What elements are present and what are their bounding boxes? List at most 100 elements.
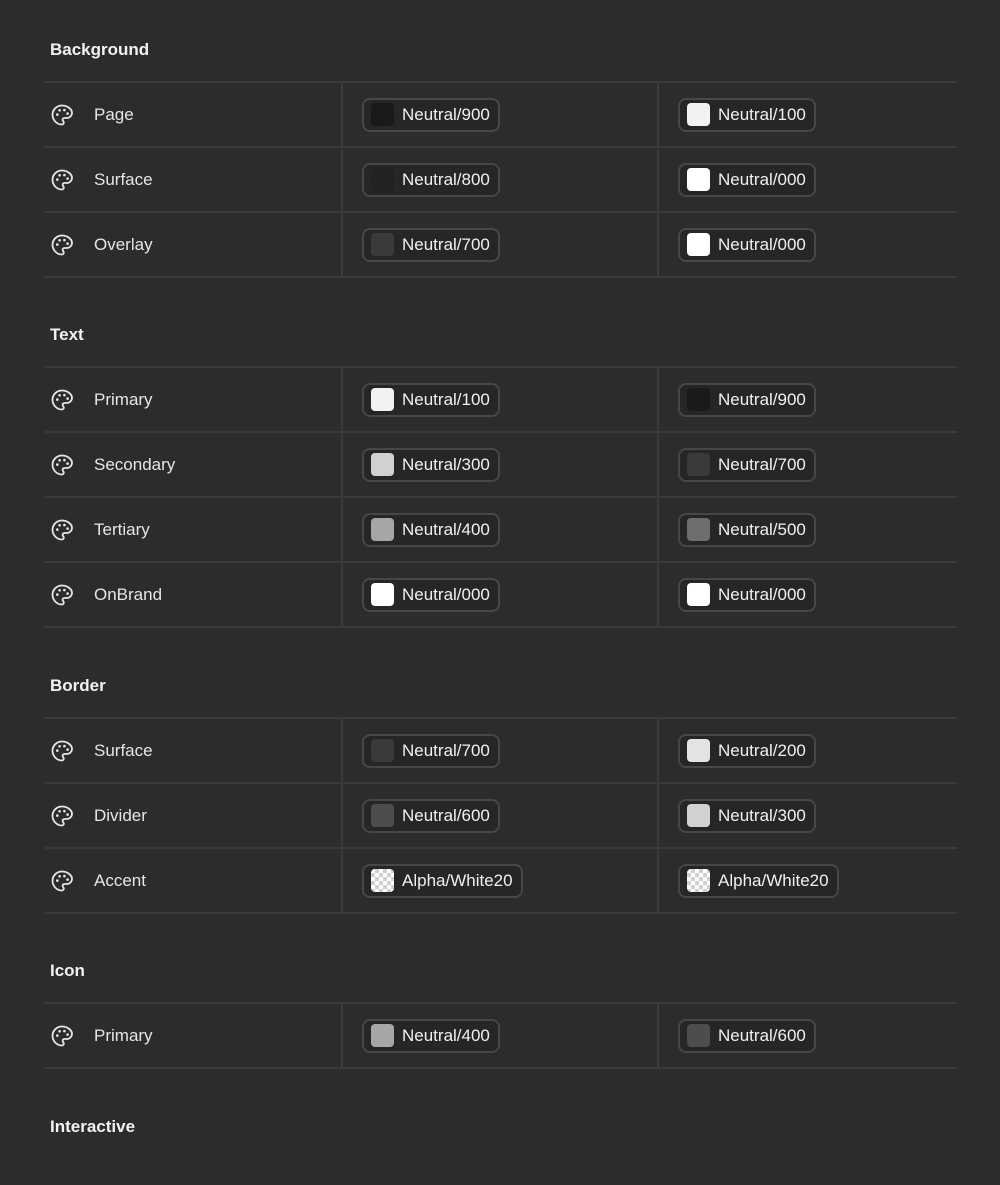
token-name-cell: Accent [45,849,343,912]
color-swatch [687,518,710,541]
token-name: Accent [94,870,146,890]
color-token-chip-light[interactable]: Neutral/900 [362,97,500,132]
token-row: Secondary Neutral/300 Neutral/700 [45,433,957,498]
token-name-cell: Secondary [45,433,343,496]
token-name: Primary [94,1025,153,1045]
color-token-chip-light[interactable]: Neutral/700 [362,227,500,262]
token-name: Primary [94,389,153,409]
color-token-chip-dark[interactable]: Neutral/000 [678,577,816,612]
color-token-label: Neutral/300 [402,454,490,474]
color-token-label: Neutral/600 [402,805,490,825]
color-token-label: Neutral/900 [718,389,806,409]
light-value-cell: Neutral/700 [343,719,659,782]
color-token-chip-light[interactable]: Neutral/400 [362,512,500,547]
color-swatch [687,804,710,827]
color-token-chip-dark[interactable]: Neutral/900 [678,382,816,417]
color-token-label: Neutral/600 [718,1025,806,1045]
color-token-label: Neutral/000 [718,584,806,604]
dark-value-cell: Neutral/200 [659,719,957,782]
color-token-chip-dark[interactable]: Neutral/000 [678,162,816,197]
dark-value-cell: Neutral/600 [659,1004,957,1067]
token-row: Tertiary Neutral/400 Neutral/500 [45,498,957,563]
color-token-chip-dark[interactable]: Neutral/500 [678,512,816,547]
color-token-label: Neutral/400 [402,1025,490,1045]
token-table: Primary Neutral/400 Neutral/600 [45,1002,957,1069]
color-token-chip-light[interactable]: Neutral/100 [362,382,500,417]
color-swatch [687,388,710,411]
color-swatch [371,453,394,476]
dark-value-cell: Neutral/700 [659,433,957,496]
light-value-cell: Neutral/400 [343,498,659,561]
dark-value-cell: Neutral/000 [659,148,957,211]
color-swatch [371,869,394,892]
token-name-cell: Primary [45,1004,343,1067]
dark-value-cell: Neutral/300 [659,784,957,847]
token-name: Overlay [94,234,153,254]
color-token-chip-light[interactable]: Neutral/300 [362,447,500,482]
color-swatch [371,103,394,126]
color-token-chip-dark[interactable]: Neutral/300 [678,798,816,833]
light-value-cell: Neutral/900 [343,83,659,146]
color-token-label: Neutral/100 [718,104,806,124]
color-token-chip-dark[interactable]: Neutral/000 [678,227,816,262]
token-table: Primary Neutral/100 Neutral/900 Secondary Ne… [45,366,957,628]
color-token-label: Neutral/100 [402,389,490,409]
token-name-cell: Divider [45,784,343,847]
color-token-chip-dark[interactable]: Alpha/White20 [678,863,839,898]
light-value-cell: Neutral/700 [343,213,659,276]
token-name-cell: Page [45,83,343,146]
token-name: Secondary [94,454,176,474]
token-name-cell: Tertiary [45,498,343,561]
dark-value-cell: Alpha/White20 [659,849,957,912]
color-swatch [687,103,710,126]
token-row: Overlay Neutral/700 Neutral/000 [45,213,957,278]
color-token-label: Neutral/900 [402,104,490,124]
color-swatch [687,453,710,476]
color-token-chip-light[interactable]: Neutral/400 [362,1018,500,1053]
color-swatch [687,168,710,191]
token-name: Surface [94,740,153,760]
color-token-chip-light[interactable]: Neutral/700 [362,733,500,768]
palette-icon [50,233,74,257]
palette-icon [50,388,74,412]
color-token-chip-dark[interactable]: Neutral/700 [678,447,816,482]
color-token-chip-light[interactable]: Neutral/000 [362,577,500,612]
token-name-cell: OnBrand [45,563,343,626]
color-token-chip-dark[interactable]: Neutral/200 [678,733,816,768]
token-row: Primary Neutral/100 Neutral/900 [45,368,957,433]
color-token-label: Neutral/000 [402,584,490,604]
color-token-table: Background Page Neutral/900 Neutral/100 Surf… [0,0,1000,1185]
color-token-chip-light[interactable]: Neutral/800 [362,162,500,197]
color-token-label: Neutral/800 [402,169,490,189]
token-row: OnBrand Neutral/000 Neutral/000 [45,563,957,628]
color-swatch [687,233,710,256]
palette-icon [50,583,74,607]
color-token-label: Alpha/White20 [718,870,829,890]
token-name: Surface [94,169,153,189]
dark-value-cell: Neutral/100 [659,83,957,146]
color-token-label: Neutral/200 [718,740,806,760]
color-token-chip-dark[interactable]: Neutral/600 [678,1018,816,1053]
color-token-label: Neutral/400 [402,519,490,539]
token-name: Divider [94,805,147,825]
token-name: Tertiary [94,519,150,539]
color-token-label: Neutral/700 [718,454,806,474]
light-value-cell: Neutral/100 [343,368,659,431]
color-token-chip-light[interactable]: Neutral/600 [362,798,500,833]
color-token-label: Neutral/300 [718,805,806,825]
light-value-cell: Neutral/800 [343,148,659,211]
color-token-chip-light[interactable]: Alpha/White20 [362,863,523,898]
color-swatch [371,233,394,256]
color-token-label: Neutral/000 [718,234,806,254]
palette-icon [50,869,74,893]
token-name: OnBrand [94,584,163,604]
color-token-chip-dark[interactable]: Neutral/100 [678,97,816,132]
color-swatch [371,739,394,762]
color-swatch [371,1024,394,1047]
color-swatch [687,739,710,762]
token-name-cell: Primary [45,368,343,431]
palette-icon [50,518,74,542]
palette-icon [50,453,74,477]
color-swatch [687,1024,710,1047]
color-swatch [687,869,710,892]
